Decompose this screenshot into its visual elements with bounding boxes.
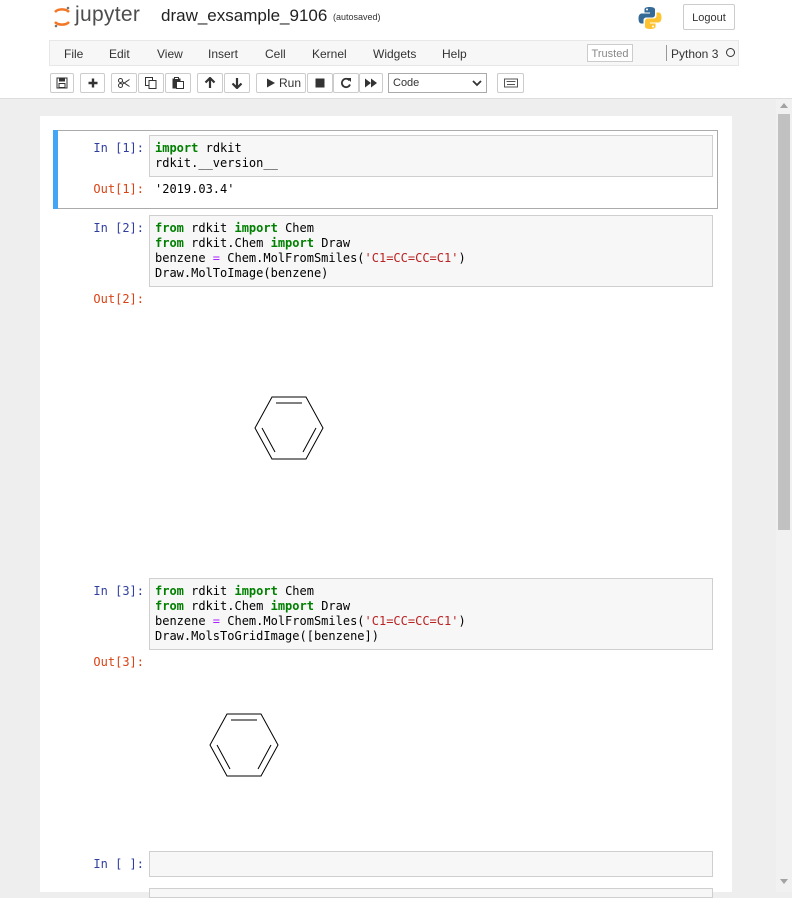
kernel-separator bbox=[666, 45, 667, 61]
copy-icon bbox=[145, 77, 157, 89]
restart-run-all-button[interactable] bbox=[359, 73, 383, 93]
code-line: benzene = Chem.MolFromSmiles('C1=CC=CC=C… bbox=[155, 251, 466, 265]
kernel-name[interactable]: Python 3 bbox=[671, 47, 718, 61]
output-text-1: '2019.03.4' bbox=[155, 182, 235, 196]
kernel-idle-indicator-icon bbox=[726, 48, 735, 57]
menu-edit[interactable]: Edit bbox=[109, 47, 130, 61]
code-input-3[interactable]: from rdkit import Chem from rdkit.Chem i… bbox=[149, 578, 713, 650]
menu-kernel[interactable]: Kernel bbox=[312, 47, 347, 61]
cell-type-value: Code bbox=[393, 77, 420, 89]
code-line: from rdkit.Chem import Draw bbox=[155, 599, 351, 613]
run-button[interactable]: Run bbox=[256, 73, 306, 93]
menu-container: File Edit View Insert Cell Kernel Widget… bbox=[49, 40, 739, 66]
code-line: benzene = Chem.MolFromSmiles('C1=CC=CC=C… bbox=[155, 614, 466, 628]
scroll-up-arrow-icon[interactable] bbox=[780, 103, 788, 108]
cut-button[interactable] bbox=[111, 73, 137, 93]
plus-icon bbox=[88, 78, 97, 88]
scrollbar[interactable] bbox=[776, 99, 792, 892]
copy-button[interactable] bbox=[138, 73, 164, 93]
save-icon bbox=[56, 77, 68, 89]
command-palette-button[interactable] bbox=[497, 73, 524, 93]
play-icon bbox=[267, 78, 275, 88]
move-down-button[interactable] bbox=[224, 73, 250, 93]
restart-button[interactable] bbox=[333, 73, 359, 93]
code-line: rdkit.__version__ bbox=[155, 156, 278, 170]
autosave-status: (autosaved) bbox=[333, 12, 381, 22]
output-prompt-3: Out[3]: bbox=[93, 655, 144, 669]
input-prompt-1: In [1]: bbox=[93, 141, 144, 155]
benzene-grid-image bbox=[209, 713, 279, 777]
output-prompt-2: Out[2]: bbox=[93, 292, 144, 306]
move-up-button[interactable] bbox=[197, 73, 223, 93]
python-logo-icon bbox=[638, 7, 662, 29]
save-button[interactable] bbox=[50, 73, 74, 93]
chevron-down-icon bbox=[472, 80, 482, 87]
code-line: from rdkit.Chem import Draw bbox=[155, 236, 351, 250]
trusted-button[interactable]: Trusted bbox=[587, 44, 633, 62]
code-line: from rdkit import Chem bbox=[155, 221, 314, 235]
logout-button[interactable]: Logout bbox=[683, 4, 735, 30]
code-line: Draw.MolsToGridImage([benzene]) bbox=[155, 629, 379, 643]
jupyter-logo-text[interactable]: jupyter bbox=[75, 3, 140, 27]
code-input-2[interactable]: from rdkit import Chem from rdkit.Chem i… bbox=[149, 215, 713, 287]
run-label: Run bbox=[279, 76, 302, 90]
fast-forward-icon bbox=[365, 78, 377, 88]
input-prompt-2: In [2]: bbox=[93, 221, 144, 235]
arrow-down-icon bbox=[231, 78, 243, 89]
header: jupyter draw_exsample_9106 (autosaved) L… bbox=[0, 0, 792, 38]
input-prompt-3: In [3]: bbox=[93, 584, 144, 598]
keyboard-icon bbox=[503, 78, 518, 88]
menu-view[interactable]: View bbox=[157, 47, 183, 61]
code-text: rdkit bbox=[205, 141, 242, 155]
interrupt-button[interactable] bbox=[307, 73, 333, 93]
code-line: from rdkit import Chem bbox=[155, 584, 314, 598]
menu-cell[interactable]: Cell bbox=[265, 47, 286, 61]
menu-widgets[interactable]: Widgets bbox=[373, 47, 416, 61]
benzene-structure-image bbox=[254, 396, 324, 460]
paste-button[interactable] bbox=[165, 73, 191, 93]
paste-icon bbox=[172, 77, 184, 89]
menu-insert[interactable]: Insert bbox=[208, 47, 238, 61]
code-input-5[interactable] bbox=[149, 888, 713, 898]
input-prompt-4: In [ ]: bbox=[93, 857, 144, 871]
insert-cell-button[interactable] bbox=[80, 73, 105, 93]
menu-help[interactable]: Help bbox=[442, 47, 467, 61]
restart-icon bbox=[341, 77, 351, 89]
scroll-thumb[interactable] bbox=[778, 114, 790, 530]
code-line: import rdkit bbox=[155, 141, 242, 155]
output-prompt-1: Out[1]: bbox=[93, 182, 144, 196]
scroll-down-arrow-icon[interactable] bbox=[780, 879, 788, 884]
stop-icon bbox=[315, 78, 325, 88]
jupyter-logo-icon[interactable] bbox=[53, 6, 71, 28]
code-input-4[interactable] bbox=[149, 851, 713, 877]
cell-type-select[interactable]: Code bbox=[388, 73, 487, 93]
cut-icon bbox=[118, 78, 130, 88]
notebook-title[interactable]: draw_exsample_9106 bbox=[161, 6, 327, 26]
arrow-up-icon bbox=[204, 77, 216, 88]
code-line: Draw.MolToImage(benzene) bbox=[155, 266, 329, 280]
menubar: File Edit View Insert Cell Kernel Widget… bbox=[0, 38, 792, 66]
code-input-1[interactable]: import rdkit rdkit.__version__ bbox=[149, 135, 713, 177]
menu-file[interactable]: File bbox=[64, 47, 83, 61]
